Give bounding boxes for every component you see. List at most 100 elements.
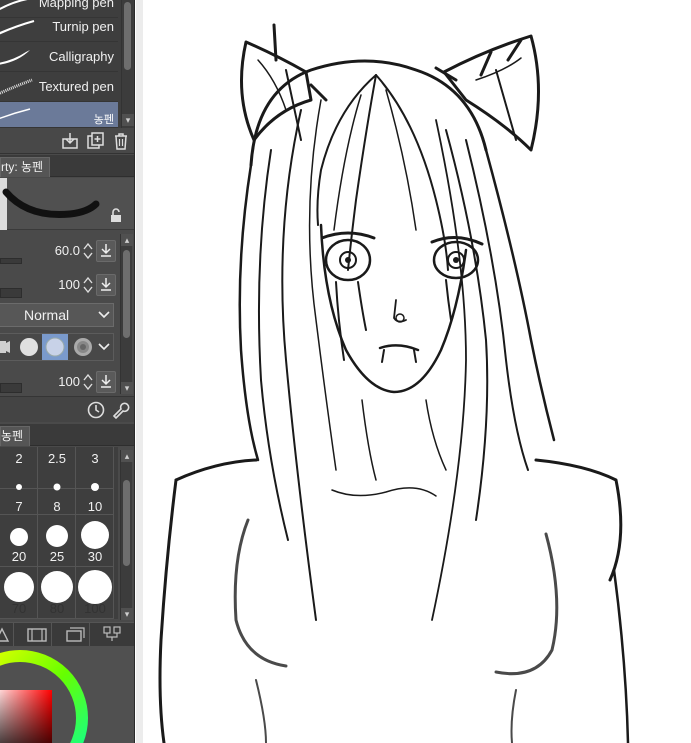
palette-tabs [0,622,134,647]
density-pressure-button[interactable] [96,371,116,393]
brush-item-label: Textured pen [38,79,114,94]
size-cell[interactable]: 7 [0,469,38,515]
size-cell[interactable]: 80 [38,567,76,619]
size-dot [53,483,60,491]
clock-icon[interactable] [86,400,106,420]
size-label: 80 [49,601,65,616]
opacity-value[interactable]: 100 [58,277,80,292]
tip-soft-round-icon[interactable] [42,335,68,359]
scroll-up-arrow-icon[interactable]: ▴ [121,234,133,246]
density-row: 100 [0,367,118,397]
duplicate-brush-icon[interactable] [86,131,106,151]
scroll-down-arrow-icon[interactable]: ▾ [121,608,133,620]
size-label: 7 [15,499,23,514]
brush-stroke-preview [0,78,33,95]
wrench-icon[interactable] [110,400,130,420]
tab-animation[interactable] [22,623,52,647]
sidebar-panel: Mapping pen Turnip pen Calligraphy Textu… [0,0,135,743]
scroll-thumb[interactable] [123,250,130,338]
brush-item-textured-pen[interactable]: Textured pen [0,72,118,102]
tab-color-wheel[interactable] [0,623,14,647]
brush-item-label: Mapping pen [38,0,114,10]
size-label: 10 [87,499,103,514]
opacity-pressure-button[interactable] [96,274,116,296]
triangle-icon [0,627,10,642]
brush-list-scrollbar[interactable]: ▾ [121,0,134,128]
density-spinner-icon[interactable] [82,372,94,392]
chevron-down-icon [98,311,110,319]
size-cell[interactable]: 100 [76,567,114,619]
import-brush-icon[interactable] [60,131,80,151]
tab-tool-property[interactable]: rty: 농펜 [0,157,51,177]
layers-icon [66,627,85,642]
hierarchy-icon [103,626,121,641]
scroll-up-arrow-icon[interactable]: ▴ [121,450,133,462]
blend-mode-select[interactable]: Normal [0,303,114,327]
color-wheel-area[interactable] [0,646,135,743]
property-scrollbar[interactable]: ▴ ▾ [120,234,133,394]
tab-navigator[interactable] [98,623,128,647]
size-dot [9,528,28,546]
size-label: 2 [15,451,23,466]
opacity-spinner-icon[interactable] [82,275,94,295]
brush-tip-row [0,333,114,361]
size-cell[interactable]: 30 [76,515,114,567]
size-cell[interactable]: 70 [0,567,38,619]
scroll-thumb[interactable] [123,480,130,566]
download-arrow-icon [101,244,111,257]
size-label: 70 [11,601,27,616]
tool-property-tabbar: rty: 농펜 [0,155,134,177]
brush-item-label: Turnip pen [52,19,114,34]
scroll-thumb[interactable] [124,2,131,70]
brush-item-calligraphy[interactable]: Calligraphy [0,42,118,72]
brush-size-value[interactable]: 60.0 [55,243,80,258]
size-dot [40,571,73,603]
blend-mode-value: Normal [24,307,70,323]
brush-size-slider[interactable] [0,258,22,264]
size-label: 100 [84,601,106,616]
density-value[interactable]: 100 [58,374,80,389]
film-icon [27,628,47,642]
brush-item-label: Calligraphy [48,49,114,64]
chevron-down-icon[interactable] [97,340,111,354]
size-dot [45,525,68,547]
lock-icon[interactable] [108,208,124,224]
line-art-drawing [158,23,630,743]
size-label: 3 [91,451,99,466]
scroll-down-arrow-icon[interactable]: ▾ [121,382,133,394]
tab-brush-size[interactable]: 농펜 [0,426,31,446]
brush-item-selected[interactable]: 농펜 [0,102,118,128]
tab-layers[interactable] [60,623,90,647]
size-cell[interactable]: 8 [38,469,76,515]
brush-item-label: 농펜 [93,114,114,126]
brush-size-row: 60.0 [0,236,118,266]
size-dot [3,572,34,602]
scroll-down-arrow-icon[interactable]: ▾ [122,114,134,126]
brush-stroke-preview [0,19,35,35]
size-label: 25 [49,549,65,564]
size-cell[interactable]: 25 [38,515,76,567]
opacity-slider[interactable] [0,288,22,298]
tip-airbrush-icon[interactable] [70,335,96,359]
trash-icon[interactable] [111,131,131,151]
size-cell[interactable]: 20 [0,515,38,567]
brush-size-scrollbar[interactable]: ▴ ▾ [120,450,133,620]
brush-actions-bar [0,128,134,154]
density-slider[interactable] [0,383,22,393]
download-arrow-icon [101,278,111,291]
size-pressure-button[interactable] [96,240,116,262]
brush-stroke-preview [0,108,31,120]
drawing-canvas[interactable] [136,0,691,743]
color-wheel[interactable] [0,646,135,743]
size-dot [80,521,109,549]
brush-item-turnip-pen[interactable]: Turnip pen [0,12,118,42]
brush-stroke-preview-area [0,178,134,230]
size-dot [90,483,99,491]
tip-hard-round-icon[interactable] [16,335,42,359]
size-spinner-icon[interactable] [82,241,94,261]
brush-list: Mapping pen Turnip pen Calligraphy Textu… [0,0,134,128]
tool-property-footer [0,396,134,422]
size-cell[interactable]: 10 [76,469,114,515]
brush-stroke-preview [0,50,30,65]
brush-size-tabbar: 농펜 [0,424,134,446]
